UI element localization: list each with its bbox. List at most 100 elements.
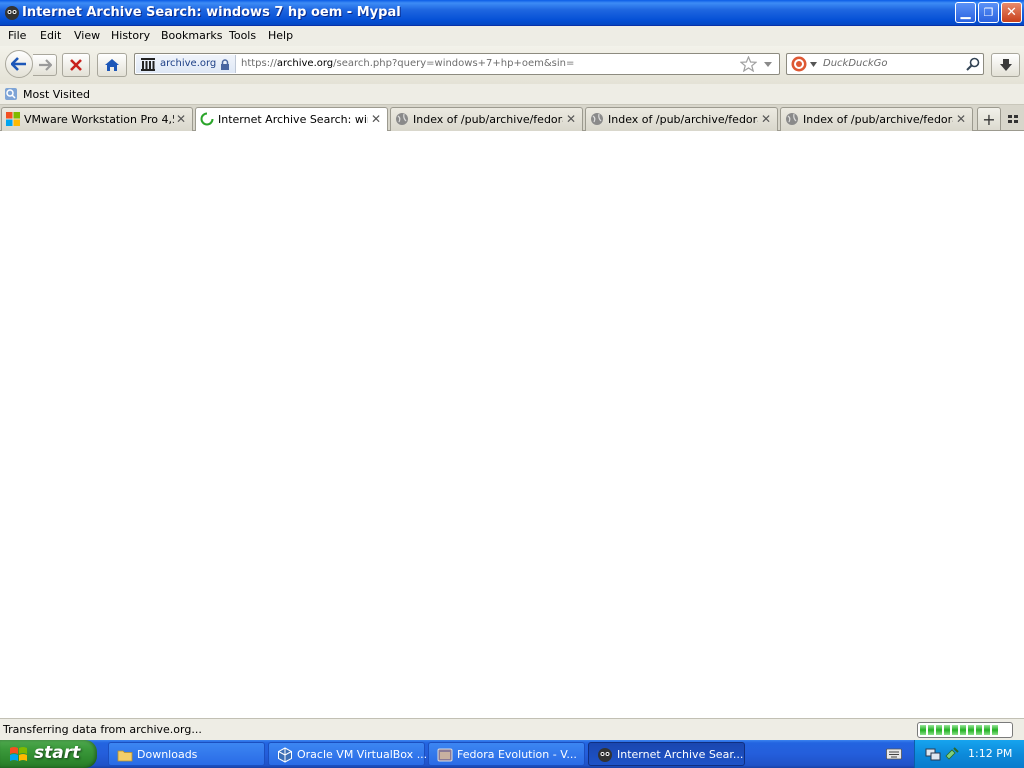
progress-segment — [968, 725, 974, 735]
start-button[interactable]: start — [0, 740, 97, 768]
tab-fedora-index-2[interactable]: Index of /pub/archive/fedora... ✕ — [585, 107, 778, 131]
url-bar[interactable]: archive.org https://archive.org/search.p… — [134, 53, 780, 75]
most-visited-icon — [5, 88, 17, 100]
tab-label: Index of /pub/archive/fedora... — [608, 113, 758, 126]
menu-bookmarks[interactable]: Bookmarks — [161, 29, 222, 42]
list-all-tabs-icon[interactable] — [1005, 111, 1021, 127]
taskbar: start Downloads Oracle VM VirtualBox ...… — [0, 740, 1024, 768]
duckduckgo-icon[interactable] — [791, 56, 807, 72]
site-identity-button[interactable]: archive.org — [136, 55, 236, 73]
plus-icon: + — [982, 109, 996, 129]
progress-segment — [992, 725, 998, 735]
tab-fedora-index-3[interactable]: Index of /pub/archive/fedora... ✕ — [780, 107, 973, 131]
tab-internet-archive[interactable]: Internet Archive Search: win... ✕ — [195, 107, 388, 132]
stop-button[interactable] — [62, 53, 90, 77]
task-virtualbox[interactable]: Oracle VM VirtualBox ... — [268, 742, 428, 766]
task-internet-archive[interactable]: Internet Archive Sear... — [588, 742, 745, 766]
menu-edit[interactable]: Edit — [40, 29, 61, 42]
mypal-icon — [598, 748, 612, 762]
status-bar: Transferring data from archive.org... — [0, 718, 1024, 740]
windows-logo-icon — [10, 747, 27, 761]
forward-arrow-icon — [38, 59, 52, 71]
stop-x-icon — [70, 59, 82, 71]
safely-remove-hardware-icon[interactable] — [944, 746, 960, 762]
status-text: Transferring data from archive.org... — [3, 723, 202, 736]
lock-icon — [221, 59, 229, 70]
tab-close-icon[interactable]: ✕ — [956, 112, 966, 126]
url-text[interactable]: https://archive.org/search.php?query=win… — [241, 58, 574, 69]
most-visited-bookmark[interactable]: Most Visited — [23, 88, 90, 101]
system-tray: 1:12 PM — [914, 740, 1024, 768]
progress-segment — [960, 725, 966, 735]
start-label: start — [34, 743, 81, 763]
progress-segment — [944, 725, 950, 735]
close-icon: ✕ — [1006, 5, 1017, 20]
tab-label: Index of /pub/archive/fedora... — [413, 113, 563, 126]
task-downloads[interactable]: Downloads — [108, 742, 265, 766]
restore-button[interactable]: ❐ — [978, 2, 999, 23]
progress-segment — [920, 725, 926, 735]
archive-building-icon — [141, 58, 155, 71]
globe-icon — [396, 113, 408, 125]
folder-icon — [117, 750, 133, 762]
keyboard-icon[interactable] — [886, 748, 902, 760]
task-label: Downloads — [137, 748, 198, 761]
clock: 1:12 PM — [968, 747, 1013, 760]
minimize-icon: ▁ — [960, 5, 971, 20]
task-label: Oracle VM VirtualBox ... — [297, 748, 428, 761]
menu-file[interactable]: File — [8, 29, 26, 42]
tab-fedora-index-1[interactable]: Index of /pub/archive/fedora... ✕ — [390, 107, 583, 131]
url-path: /search.php?query=windows+7+hp+oem&sin= — [333, 58, 575, 69]
engine-dropdown-icon[interactable] — [810, 62, 817, 67]
progress-segment — [984, 725, 990, 735]
tab-close-icon[interactable]: ✕ — [566, 112, 576, 126]
search-icon[interactable] — [966, 57, 980, 71]
back-button[interactable] — [5, 50, 33, 78]
menu-view[interactable]: View — [74, 29, 100, 42]
bookmark-star-icon[interactable] — [740, 56, 757, 72]
url-scheme: https:// — [241, 58, 277, 69]
progress-segment — [928, 725, 934, 735]
restore-icon: ❐ — [983, 6, 994, 19]
progress-segment — [976, 725, 982, 735]
tab-strip: VMware Workstation Pro 4,5,... ✕ Interne… — [0, 105, 1024, 132]
task-label: Fedora Evolution - V... — [457, 748, 577, 761]
tab-label: Index of /pub/archive/fedora... — [803, 113, 953, 126]
minimize-button[interactable]: ▁ — [955, 2, 976, 23]
window-title: Internet Archive Search: windows 7 hp oe… — [22, 5, 401, 20]
search-bar[interactable]: DuckDuckGo — [786, 53, 984, 75]
menu-history[interactable]: History — [111, 29, 150, 42]
downloads-button[interactable] — [991, 53, 1020, 77]
bookmarks-toolbar: Most Visited — [0, 84, 1024, 105]
site-identity-label: archive.org — [160, 58, 217, 69]
new-tab-button[interactable]: + — [977, 107, 1001, 131]
tab-vmware[interactable]: VMware Workstation Pro 4,5,... ✕ — [1, 107, 193, 131]
search-placeholder: DuckDuckGo — [823, 58, 888, 69]
network-icon[interactable] — [925, 746, 941, 762]
forward-button[interactable] — [33, 54, 57, 76]
menu-help[interactable]: Help — [268, 29, 293, 42]
task-fedora-evolution[interactable]: Fedora Evolution - V... — [428, 742, 585, 766]
tab-close-icon[interactable]: ✕ — [761, 112, 771, 126]
menu-tools[interactable]: Tools — [229, 29, 256, 42]
url-dropdown-icon[interactable] — [763, 61, 773, 68]
tab-label: VMware Workstation Pro 4,5,... — [24, 113, 174, 126]
vm-window-icon — [437, 748, 453, 762]
loading-spinner-icon — [200, 112, 214, 126]
home-icon — [105, 59, 119, 71]
progress-segment — [952, 725, 958, 735]
tab-close-icon[interactable]: ✕ — [371, 112, 381, 126]
globe-icon — [591, 113, 603, 125]
title-bar[interactable]: Internet Archive Search: windows 7 hp oe… — [0, 0, 1024, 26]
progress-segment — [936, 725, 942, 735]
home-button[interactable] — [97, 53, 127, 77]
back-arrow-icon — [11, 57, 26, 71]
menu-bar: File Edit View History Bookmarks Tools H… — [0, 26, 1024, 46]
url-host: archive.org — [276, 58, 334, 69]
close-button[interactable]: ✕ — [1001, 2, 1022, 23]
tab-close-icon[interactable]: ✕ — [176, 112, 186, 126]
task-label: Internet Archive Sear... — [617, 748, 744, 761]
tab-label: Internet Archive Search: win... — [218, 113, 368, 126]
mypal-app-icon — [5, 6, 19, 20]
globe-icon — [786, 113, 798, 125]
